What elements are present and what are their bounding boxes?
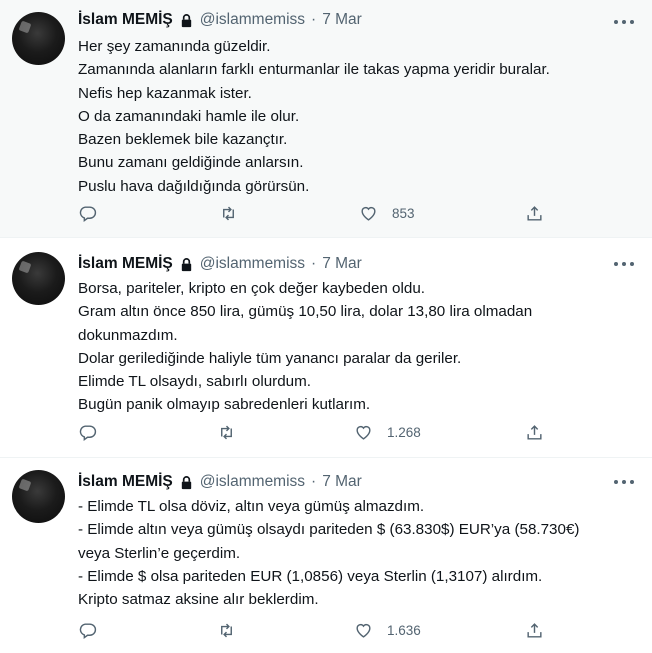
share-icon [527,206,542,221]
retweet-button[interactable] [217,621,236,640]
author-name[interactable]: İslam MEMİŞ [78,11,173,29]
reply-button[interactable] [78,204,97,223]
author-name[interactable]: İslam MEMİŞ [78,255,173,273]
reply-icon [79,623,97,640]
tweet-line: Dolar gerilediğinde haliyle tüm yanancı … [78,349,462,367]
tweet-line: Puslu hava dağıldığında görürsün. [78,177,310,195]
tweet[interactable]: İslam MEMİŞ @islammemiss · 7 Mar Her şey… [0,0,652,238]
retweet-icon [221,623,232,638]
tweet-line: veya Sterlin’e geçerdim. [78,544,241,562]
tweet-header: İslam MEMİŞ @islammemiss · 7 Mar [78,10,362,30]
tweet-text: Borsa, pariteler, kripto en çok değer ka… [78,277,638,417]
reply-button[interactable] [78,621,97,640]
tweet-line: Gram altın önce 850 lira, gümüş 10,50 li… [78,303,533,321]
tweet-date[interactable]: 7 Mar [322,255,362,273]
tweet-line: Zamanında alanların farklı enturmanlar i… [78,61,550,79]
tweet-line: - Elimde altın veya gümüş olsaydı parite… [78,521,580,539]
author-handle[interactable]: @islammemiss [200,11,305,29]
share-button[interactable] [525,621,544,640]
separator-dot: · [311,255,317,272]
lock-icon [181,13,191,27]
tweet-line: dokunmazdım. [78,326,178,344]
retweet-icon [221,425,232,440]
separator-dot: · [311,473,317,490]
retweet-button[interactable] [219,204,238,223]
like-button[interactable]: 1.636 [354,621,421,640]
tweet-text: - Elimde TL olsa döviz, altın veya gümüş… [78,495,638,611]
like-count: 1.268 [387,425,421,440]
share-icon [527,425,542,440]
avatar[interactable] [12,252,65,305]
heart-icon [361,206,376,221]
tweet-line: Elimde TL olsaydı, sabırlı olurdum. [78,373,311,391]
tweet-line: Bunu zamanı geldiğinde anlarsın. [78,154,304,172]
tweet[interactable]: İslam MEMİŞ @islammemiss · 7 Mar - Elimd… [0,458,652,653]
tweet-actions: 853 [78,204,548,224]
reply-icon [79,425,97,442]
tweet-line: O da zamanındaki hamle ile olur. [78,107,300,125]
like-count: 853 [392,206,415,221]
author-handle[interactable]: @islammemiss [200,255,305,273]
tweet-line: Kripto satmaz aksine alır beklerdim. [78,591,319,609]
tweet[interactable]: İslam MEMİŞ @islammemiss · 7 Mar Borsa, … [0,238,652,458]
author-handle[interactable]: @islammemiss [200,473,305,491]
heart-icon [356,623,371,638]
tweet-line: Bugün panik olmayıp sabredenleri kutları… [78,396,371,414]
tweet-actions: 1.636 [78,621,548,641]
share-button[interactable] [525,423,544,442]
tweet-line: Bazen beklemek bile kazançtır. [78,131,288,149]
tweet-date[interactable]: 7 Mar [322,11,362,29]
tweet-line: - Elimde $ olsa pariteden EUR (1,0856) v… [78,567,543,585]
tweet-header: İslam MEMİŞ @islammemiss · 7 Mar [78,254,362,274]
separator-dot: · [311,11,317,28]
like-count: 1.636 [387,623,421,638]
like-button[interactable]: 1.268 [354,423,421,442]
tweet-header: İslam MEMİŞ @islammemiss · 7 Mar [78,472,362,492]
lock-icon [181,257,191,271]
retweet-icon [223,206,234,221]
tweet-date[interactable]: 7 Mar [322,473,362,491]
reply-button[interactable] [78,423,97,442]
retweet-button[interactable] [217,423,236,442]
avatar[interactable] [12,12,65,65]
tweet-actions: 1.268 [78,423,548,443]
tweet-line: Nefis hep kazanmak ister. [78,84,252,102]
tweet-line: - Elimde TL olsa döviz, altın veya gümüş… [78,498,425,515]
tweet-text: Her şey zamanında güzeldir. Zamanında al… [78,35,638,198]
heart-icon [356,425,371,440]
more-horizontal-icon[interactable] [614,479,634,485]
reply-icon [79,206,97,223]
share-icon [527,623,542,638]
share-button[interactable] [525,204,544,223]
like-button[interactable]: 853 [359,204,415,223]
more-horizontal-icon[interactable] [614,19,634,25]
more-horizontal-icon[interactable] [614,261,634,267]
tweet-line: Borsa, pariteler, kripto en çok değer ka… [78,280,425,297]
tweet-line: Her şey zamanında güzeldir. [78,38,271,55]
lock-icon [181,475,191,489]
avatar[interactable] [12,470,65,523]
author-name[interactable]: İslam MEMİŞ [78,473,173,491]
